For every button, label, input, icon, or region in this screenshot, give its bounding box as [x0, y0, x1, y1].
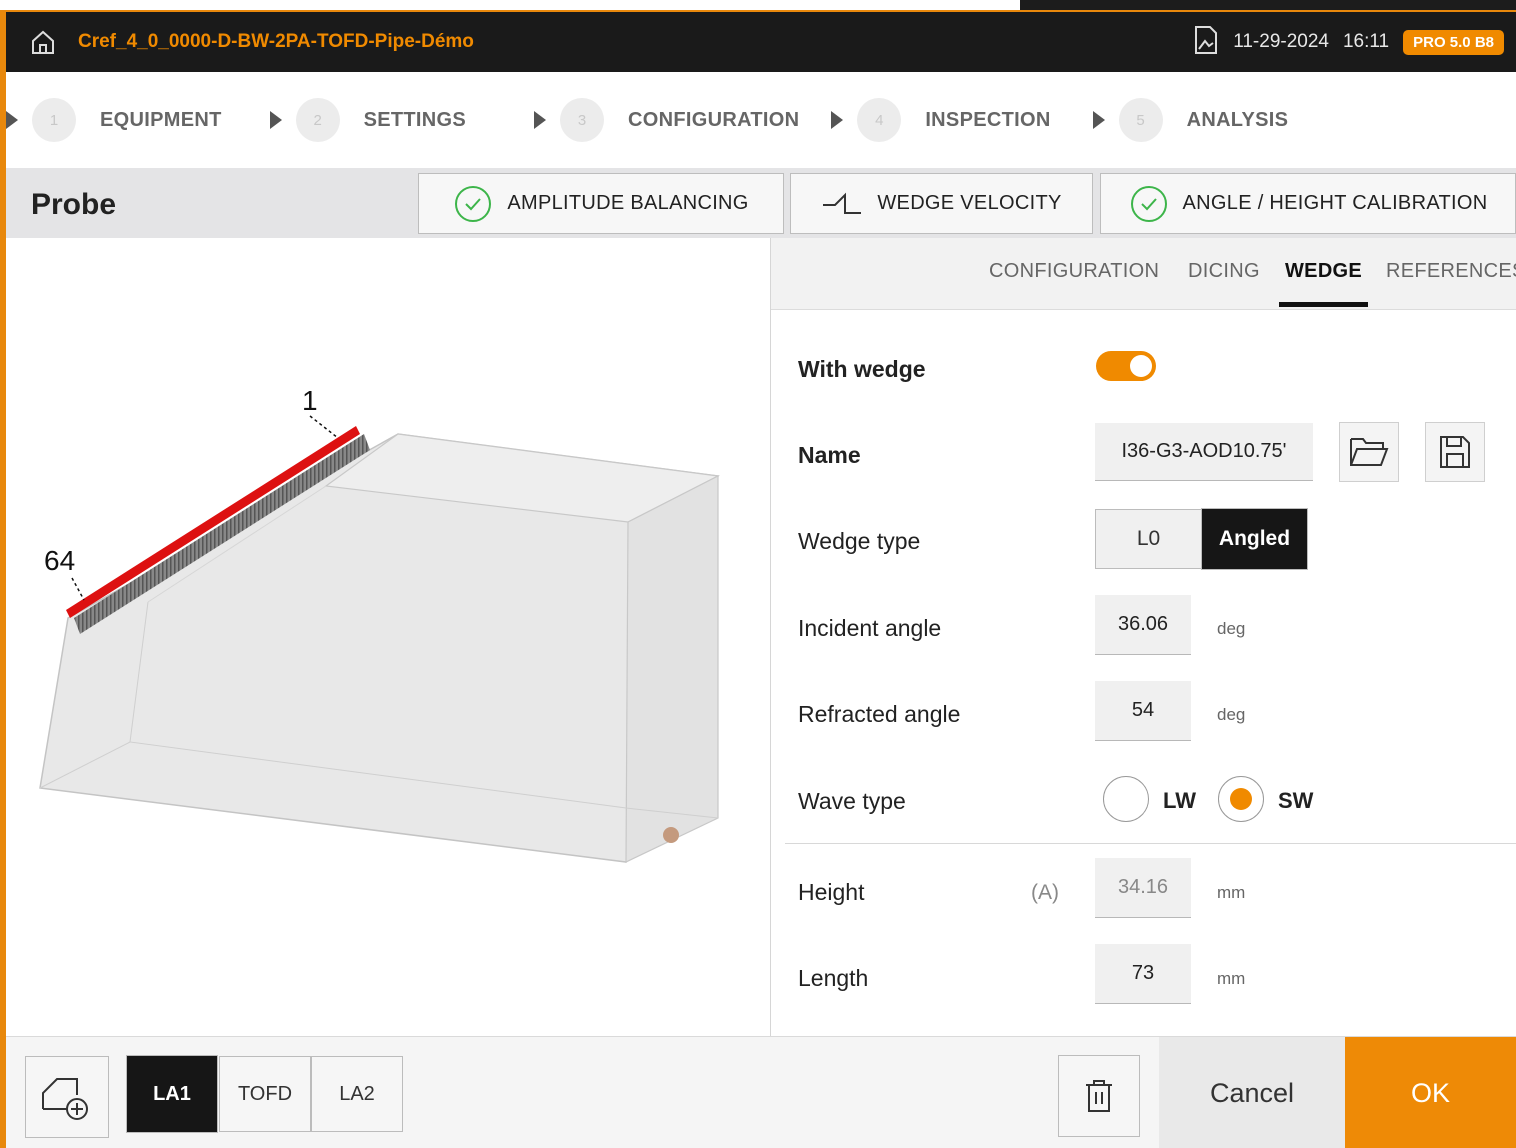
header-date: 11-29-2024: [1233, 31, 1329, 52]
wedge-velocity-button[interactable]: WEDGE VELOCITY: [790, 173, 1093, 234]
tab-references[interactable]: REFERENCES: [1386, 260, 1516, 283]
folder-open-icon: [1350, 438, 1389, 466]
step-equipment[interactable]: 1 EQUIPMENT: [6, 98, 222, 142]
check-circle-icon: [455, 185, 492, 222]
save-icon: [1440, 436, 1470, 468]
step-arrow-icon: [6, 111, 18, 129]
wedge-type-angled[interactable]: Angled: [1201, 508, 1308, 570]
length-label: Length: [798, 965, 869, 991]
wedge-type-l0[interactable]: L0: [1095, 509, 1202, 569]
save-wedge-button[interactable]: [1425, 422, 1485, 482]
tab-configuration[interactable]: CONFIGURATION: [989, 260, 1159, 283]
refracted-angle-label: Refracted angle: [798, 701, 961, 727]
step-number: 1: [32, 98, 76, 142]
length-field[interactable]: 73: [1095, 944, 1191, 1004]
wedge-3d-render: 1 64: [39, 385, 720, 863]
probe-tab-la2[interactable]: LA2: [311, 1056, 403, 1132]
step-arrow-icon: [1092, 111, 1105, 129]
height-unit: mm: [1217, 883, 1246, 902]
wave-type-label: Wave type: [798, 788, 906, 814]
workflow-steps: 1 EQUIPMENT 2 SETTINGS 3 CONFIGURATION 4…: [6, 72, 1516, 168]
step-settings[interactable]: 2 SETTINGS: [269, 98, 467, 142]
incident-angle-label: Incident angle: [798, 615, 942, 641]
toggle-knob: [1130, 355, 1152, 377]
name-label: Name: [798, 442, 861, 468]
length-unit: mm: [1217, 969, 1246, 988]
with-wedge-toggle[interactable]: [1096, 351, 1156, 381]
radio-selected-dot: [1230, 788, 1252, 810]
velocity-icon: [823, 192, 862, 214]
last-element-label: 64: [44, 545, 75, 576]
header-time: 16:11: [1342, 31, 1390, 52]
angle-height-calibration-label: ANGLE / HEIGHT CALIBRATION: [1182, 192, 1488, 214]
wedge-type-label: Wedge type: [798, 528, 921, 554]
angle-height-calibration-button[interactable]: ANGLE / HEIGHT CALIBRATION: [1100, 173, 1516, 234]
step-analysis[interactable]: 5 ANALYSIS: [1092, 98, 1289, 142]
trash-icon: [1086, 1080, 1112, 1112]
probe-toolbar: Probe AMPLITUDE BALANCING WEDGE VELOCITY…: [6, 168, 1516, 238]
section-divider: [785, 843, 1516, 844]
amplitude-balancing-label: AMPLITUDE BALANCING: [507, 192, 749, 214]
first-element-label: 1: [302, 385, 318, 416]
bottom-bar: LA1 TOFD LA2 Cancel OK: [6, 1036, 1516, 1148]
step-label: ANALYSIS: [1186, 108, 1289, 131]
step-label: CONFIGURATION: [628, 108, 800, 131]
wave-type-lw-label: LW: [1163, 788, 1196, 813]
file-title: Cref_4_0_0000-D-BW-2PA-TOFD-Pipe-Démo: [78, 31, 474, 52]
step-label: EQUIPMENT: [100, 108, 222, 131]
home-icon[interactable]: [28, 27, 58, 57]
probe-tab-tofd[interactable]: TOFD: [219, 1056, 311, 1132]
wave-type-sw-label: SW: [1278, 788, 1314, 813]
step-inspection[interactable]: 4 INSPECTION: [831, 98, 1050, 142]
refracted-angle-field[interactable]: 54: [1095, 681, 1191, 741]
height-label: Height: [798, 879, 865, 905]
probe-tab-la1[interactable]: LA1: [126, 1055, 218, 1133]
page-title: Probe: [31, 188, 117, 221]
app-header: Cref_4_0_0000-D-BW-2PA-TOFD-Pipe-Démo 11…: [6, 12, 1516, 72]
step-number: 4: [857, 98, 902, 142]
cancel-button[interactable]: Cancel: [1159, 1037, 1345, 1148]
delete-probe-button[interactable]: [1058, 1055, 1140, 1137]
incident-angle-field[interactable]: 36.06: [1095, 595, 1191, 655]
step-label: SETTINGS: [363, 108, 467, 131]
wedge-velocity-label: WEDGE VELOCITY: [877, 192, 1062, 214]
probe-3d-view[interactable]: 1 64: [6, 238, 770, 1036]
wedge-name-field[interactable]: I36-G3-AOD10.75': [1095, 423, 1313, 481]
incident-angle-unit: deg: [1217, 619, 1246, 638]
step-arrow-icon: [534, 111, 547, 129]
subtabs: CONFIGURATION DICING WEDGE REFERENCES: [771, 238, 1516, 310]
check-circle-icon: [1130, 185, 1167, 222]
step-arrow-icon: [831, 111, 844, 129]
step-number: 2: [295, 98, 340, 142]
add-probe-button[interactable]: [25, 1056, 109, 1138]
report-icon[interactable]: [1193, 25, 1219, 60]
step-arrow-icon: [269, 111, 282, 129]
height-field: 34.16: [1095, 858, 1191, 918]
with-wedge-label: With wedge: [798, 356, 926, 382]
tab-dicing[interactable]: DICING: [1188, 260, 1260, 283]
window-corner: [1020, 0, 1516, 10]
wave-type-sw-radio[interactable]: [1218, 776, 1264, 822]
step-configuration[interactable]: 3 CONFIGURATION: [534, 98, 799, 142]
step-number: 3: [560, 98, 605, 142]
add-probe-icon: [42, 1078, 88, 1120]
wave-type-lw-radio[interactable]: [1103, 776, 1149, 822]
tab-wedge[interactable]: WEDGE: [1285, 260, 1362, 283]
amplitude-balancing-button[interactable]: AMPLITUDE BALANCING: [418, 173, 784, 234]
version-badge: PRO 5.0 B8: [1403, 29, 1504, 55]
refracted-angle-unit: deg: [1217, 705, 1246, 724]
wedge-settings-panel: CONFIGURATION DICING WEDGE REFERENCES Wi…: [770, 238, 1516, 1036]
reference-point: [663, 827, 679, 843]
height-mode: (A): [1031, 881, 1059, 904]
step-label: INSPECTION: [925, 108, 1051, 131]
step-number: 5: [1118, 98, 1163, 142]
ok-button[interactable]: OK: [1345, 1037, 1516, 1148]
active-tab-indicator: [1279, 302, 1368, 307]
open-wedge-button[interactable]: [1339, 422, 1399, 482]
